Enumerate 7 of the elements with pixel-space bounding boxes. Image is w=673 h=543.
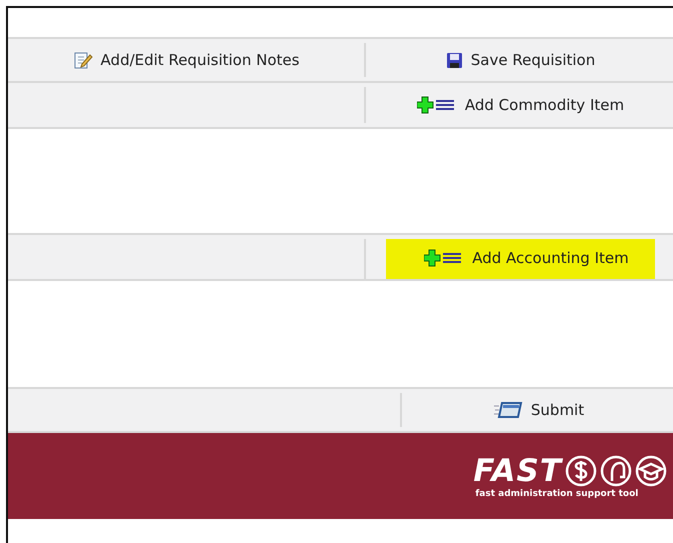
logo-text: FAST xyxy=(473,453,562,489)
save-button[interactable]: Save Requisition xyxy=(438,47,604,73)
notes-button[interactable]: Add/Edit Requisition Notes xyxy=(64,46,308,74)
submit-button[interactable]: Submit xyxy=(484,397,592,423)
add-commodity-button[interactable]: Add Commodity Item xyxy=(408,92,632,118)
add-accounting-button[interactable]: Add Accounting Item xyxy=(386,239,655,279)
logo-tagline: fast administration support tool xyxy=(475,489,638,499)
